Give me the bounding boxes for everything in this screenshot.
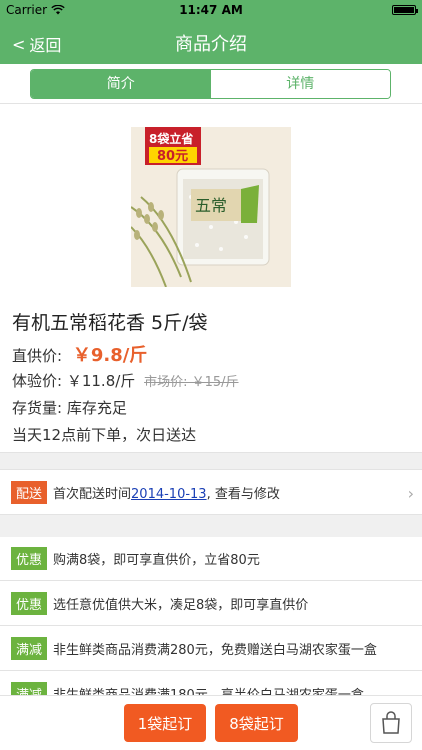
shopping-bag-icon [382,711,400,734]
image-badge-bottom: 80元 [157,149,188,164]
promo-text: 非生鲜类商品消费满280元，免费赠送白马湖农家蛋一盒 [53,643,377,658]
promo-row: 满减 非生鲜类商品消费满280元，免费赠送白马湖农家蛋一盒 [0,627,422,671]
trial-price: ￥11.8/斤 [66,372,136,390]
promo-text: 选任意优值供大米，凑足8袋，即可享直供价 [53,598,309,613]
status-bar: Carrier 11:47 AM [0,0,422,20]
section-divider [0,452,422,470]
chevron-right-icon: › [407,484,414,503]
delivery-date-link[interactable]: 2014-10-13 [131,487,207,502]
product-name: 有机五常稻花香 5斤/袋 [12,312,208,334]
trial-price-label: 体验价: [12,372,63,390]
navigation-bar: < 返回 商品介绍 [0,20,422,64]
battery-icon [392,5,418,15]
stock-line: 存货量: 库存充足 [12,397,127,418]
stock-label: 存货量: [12,399,63,417]
promo-row: 优惠 购满8袋，即可享直供价，立省80元 [0,537,422,581]
segmented-control: 简介 详情 [30,69,391,99]
stock-value: 库存充足 [66,399,127,417]
trial-price-line: 体验价: ￥11.8/斤 市场价: ￥15/斤 [12,370,239,391]
order-eight-bags-button[interactable]: 8袋起订 [215,704,298,742]
section-divider [0,515,422,537]
delivery-text: 首次配送时间2014-10-13, 查看与修改 [53,483,280,502]
direct-price-label: 直供价: [12,347,63,365]
tab-intro[interactable]: 简介 [31,70,211,98]
clock: 11:47 AM [179,3,243,17]
segment-bar: 简介 详情 [0,64,422,104]
product-image: 五常 8袋立省 80元 [131,127,291,287]
promo-text: 购满8袋，即可享直供价，立省80元 [53,553,260,568]
market-price: 市场价: ￥15/斤 [144,375,239,390]
delivery-note: 当天12点前下单，次日送达 [12,426,197,444]
page-title: 商品介绍 [175,34,247,55]
cart-button[interactable] [370,703,412,743]
delivery-tag: 配送 [11,481,48,504]
promo-tag: 优惠 [11,547,48,570]
promo-row: 优惠 选任意优值供大米，凑足8袋，即可享直供价 [0,582,422,626]
bottom-action-bar: 1袋起订 8袋起订 [0,695,422,750]
promo-tag: 满减 [11,637,48,660]
image-badge-top: 8袋立省 [149,131,193,146]
order-one-bag-button[interactable]: 1袋起订 [124,704,206,742]
direct-price: ￥9.8/斤 [72,345,148,366]
tab-details[interactable]: 详情 [210,70,390,98]
direct-price-line: 直供价: ￥9.8/斤 [12,341,147,367]
delivery-text-prefix: 首次配送时间 [53,487,132,502]
promo-tag: 优惠 [11,592,48,615]
delivery-text-suffix: , 查看与修改 [206,487,280,502]
delivery-row[interactable]: 配送 首次配送时间2014-10-13, 查看与修改 › [0,471,422,515]
svg-text:五常: 五常 [195,196,227,215]
